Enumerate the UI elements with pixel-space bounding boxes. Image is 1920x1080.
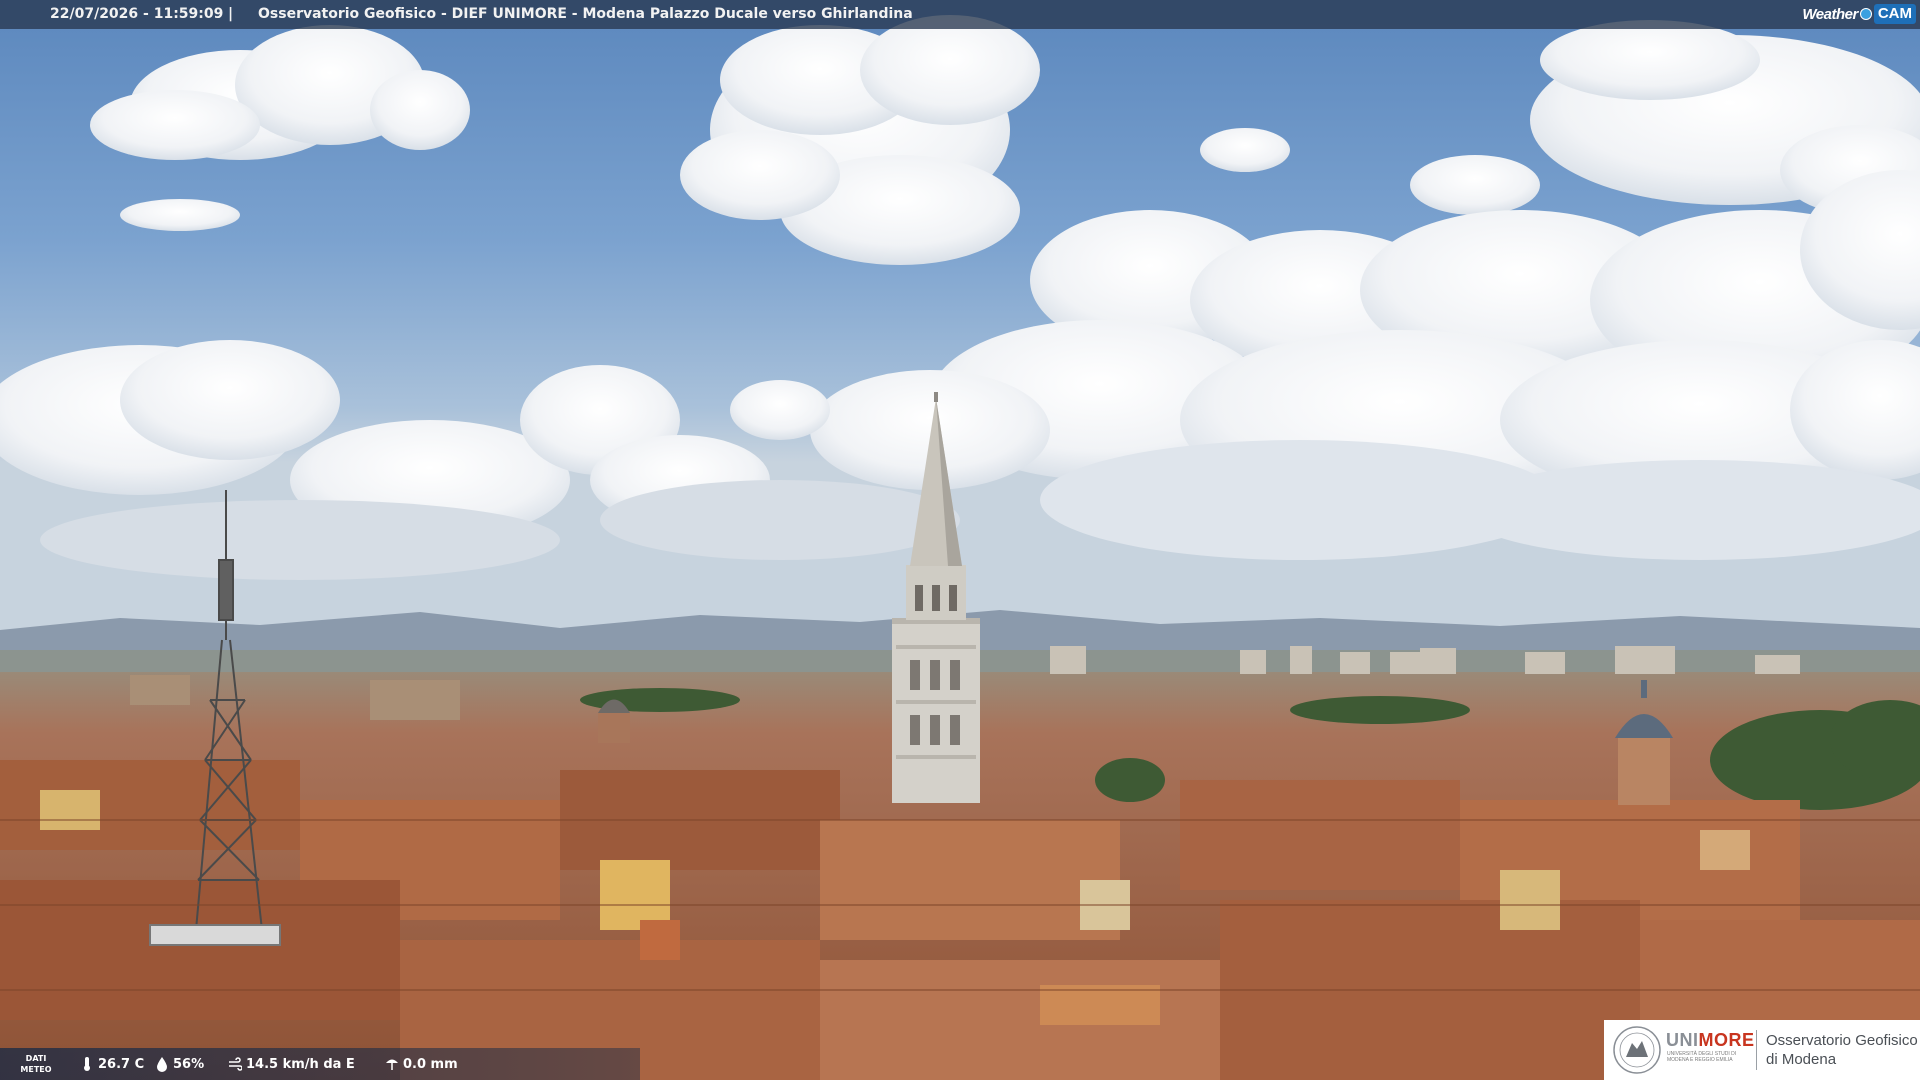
- timestamp: 22/07/2026 - 11:59:09: [50, 6, 224, 22]
- webcam-scene: [0, 0, 1920, 1080]
- humidity-value: 56%: [173, 1056, 205, 1072]
- weathercam-logo-weather: Weather: [1802, 5, 1858, 23]
- wind-readout: 14.5 km/h da E: [228, 1055, 355, 1073]
- rain-readout: 0.0 mm: [385, 1055, 458, 1073]
- humidity-icon: [157, 1057, 167, 1072]
- branding-divider: [1756, 1030, 1757, 1070]
- thermometer-icon: [84, 1057, 90, 1071]
- weathercam-logo: Weather CAM: [1802, 3, 1916, 25]
- caption-separator: |: [228, 6, 234, 22]
- humidity-readout: 56%: [155, 1055, 204, 1073]
- temperature-value: 26.7 C: [98, 1056, 145, 1072]
- rain-value: 0.0 mm: [403, 1056, 458, 1072]
- webcam-caption-bar: 22/07/2026 - 11:59:09 | Osservatorio Geo…: [0, 0, 1920, 29]
- weathercam-dot-icon: [1859, 8, 1872, 20]
- wind-value: 14.5 km/h da E: [246, 1056, 355, 1072]
- unimore-branding: UNIMORE Università degli studi di Modena…: [1604, 1020, 1920, 1080]
- observatory-name-line1: Osservatorio Geofisico: [1766, 1032, 1918, 1049]
- observatory-name-line2: di Modena: [1766, 1051, 1837, 1068]
- wind-icon: [229, 1057, 242, 1071]
- observatory-name: Osservatorio Geofisico di Modena: [1766, 1031, 1918, 1069]
- temperature-readout: 26.7 C: [80, 1055, 144, 1073]
- location-caption: Osservatorio Geofisico - DIEF UNIMORE - …: [258, 6, 913, 22]
- unimore-name: UNIMORE: [1666, 1030, 1755, 1050]
- unimore-seal-icon: [1613, 1026, 1661, 1074]
- unimore-subtitle: Università degli studi di Modena e Reggi…: [1667, 1051, 1737, 1063]
- weathercam-logo-cam: CAM: [1873, 4, 1916, 24]
- meteo-label: DATI METEO: [20, 1054, 52, 1074]
- rain-icon: [386, 1059, 398, 1070]
- meteo-data-bar: DATI METEO 26.7 C 56% 14.5 km/h da E 0.0…: [0, 1048, 640, 1080]
